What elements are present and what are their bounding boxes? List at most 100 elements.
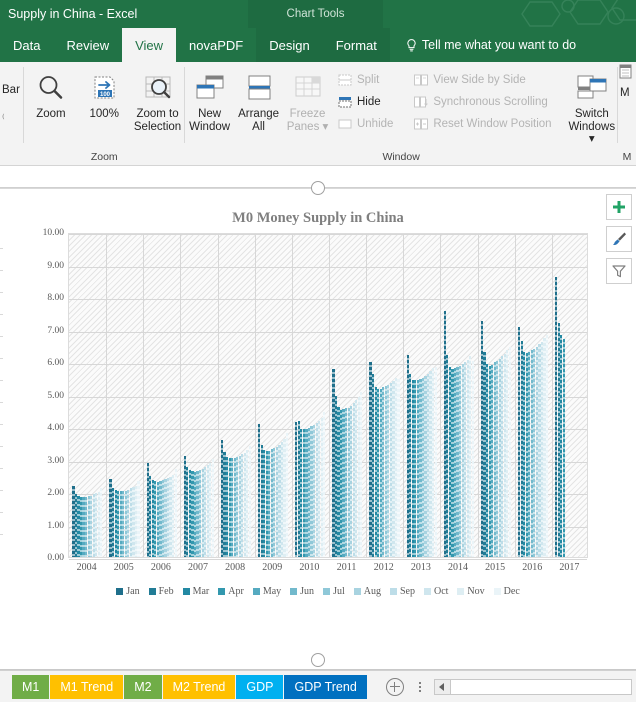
sheet-tab-m1-trend[interactable]: M1 Trend <box>50 674 124 699</box>
bar-2010-Dec[interactable] <box>323 412 326 557</box>
sheet-tab-gdp[interactable]: GDP <box>236 674 284 699</box>
horizontal-scrollbar[interactable] <box>433 678 632 695</box>
legend-item-mar[interactable]: Mar <box>182 586 209 597</box>
bar-2012-Dec[interactable] <box>397 379 400 557</box>
bar-2005-Dec[interactable] <box>137 480 140 557</box>
scrollbar-track[interactable] <box>450 679 631 694</box>
bar-2013-Dec[interactable] <box>434 366 437 557</box>
y-axis-tick-label: 0.00 <box>47 553 64 563</box>
row-divider <box>0 248 3 249</box>
freeze-panes-button[interactable]: Freeze Panes ▾ <box>283 67 332 133</box>
legend-item-aug[interactable]: Aug <box>353 586 381 597</box>
legend-item-sep[interactable]: Sep <box>389 586 415 597</box>
chart-elements-button[interactable] <box>606 194 632 220</box>
zoom-button[interactable]: Zoom <box>24 67 77 121</box>
row-divider <box>0 490 3 491</box>
legend-label: Sep <box>399 586 415 597</box>
chart-styles-button[interactable] <box>606 226 632 252</box>
x-axis-tick-label: 2012 <box>373 562 394 573</box>
bar-2004-Dec[interactable] <box>100 488 103 557</box>
arrange-all-button[interactable]: Arrange All <box>234 67 283 133</box>
row-divider <box>0 358 3 359</box>
bar-2017-Apr[interactable] <box>562 338 565 557</box>
legend-item-feb[interactable]: Feb <box>148 586 174 597</box>
legend-label: Apr <box>228 586 244 597</box>
sheet-tab-gdp-trend[interactable]: GDP Trend <box>284 674 367 699</box>
view-side-by-side-button[interactable]: View Side by Side <box>408 69 557 91</box>
y-axis-tick-label: 5.00 <box>47 390 64 401</box>
chart-title: M0 Money Supply in China <box>232 210 404 226</box>
row-divider <box>0 292 3 293</box>
hide-label: Hide <box>356 96 381 108</box>
hide-button[interactable]: Hide <box>332 91 399 113</box>
sheet-tab-m2[interactable]: M2 <box>124 674 162 699</box>
tab-overflow-menu[interactable] <box>414 681 426 692</box>
chart-area[interactable]: M0 Money Supply in China 0.00 1.00 2.00 3.0… <box>0 181 636 667</box>
split-icon <box>338 74 352 86</box>
ribbon-cut-left-label: Bar <box>2 84 20 96</box>
x-axis-tick-label: 2008 <box>225 562 246 573</box>
tab-design[interactable]: Design <box>256 28 322 62</box>
window-small-col-2: View Side by Side Synchronous Scrolling <box>408 67 557 135</box>
new-sheet-button[interactable] <box>385 677 404 696</box>
tab-data[interactable]: Data <box>0 28 53 62</box>
legend-item-oct[interactable]: Oct <box>423 586 448 597</box>
unhide-icon <box>338 119 352 129</box>
split-button[interactable]: Split <box>332 69 399 91</box>
worksheet-left-edge <box>0 248 3 548</box>
legend-item-nov[interactable]: Nov <box>457 586 485 597</box>
tab-view[interactable]: View <box>122 28 177 62</box>
bar-2015-Dec[interactable] <box>508 346 512 557</box>
ribbon-cut-left-glyph: ⁽ <box>2 113 5 125</box>
row-divider <box>0 468 3 469</box>
bar-2007-Dec[interactable] <box>211 458 214 557</box>
chart-resize-handle-top[interactable] <box>311 181 325 195</box>
legend-swatch <box>148 588 156 595</box>
x-axis-tick-label: 2009 <box>262 562 283 573</box>
switch-windows-button[interactable]: Switch Windows ▾ <box>566 67 617 146</box>
titlebar-decoration <box>521 0 636 27</box>
y-axis-tick-label: 10.00 <box>42 228 64 238</box>
tab-novapdf[interactable]: novaPDF <box>176 28 256 62</box>
bar-2014-Dec[interactable] <box>471 361 474 557</box>
bar-2011-Dec[interactable] <box>360 392 363 557</box>
bar-2016-Dec[interactable] <box>545 335 549 557</box>
legend-item-jan[interactable]: Jan <box>116 586 140 597</box>
bar-2008-Dec[interactable] <box>248 445 252 557</box>
legend-item-dec[interactable]: Dec <box>493 586 520 597</box>
legend-item-apr[interactable]: Apr <box>218 586 244 597</box>
scroll-left-arrow-icon[interactable] <box>434 679 451 694</box>
legend-swatch <box>218 588 226 595</box>
legend-item-jun[interactable]: Jun <box>290 586 314 597</box>
magnifier-icon <box>36 71 66 105</box>
synchronous-scrolling-button[interactable]: Synchronous Scrolling <box>408 91 557 113</box>
bar-2006-Dec[interactable] <box>174 468 177 557</box>
ribbon-tab-strip: Data Review View novaPDF Design Format T… <box>0 28 636 62</box>
split-label: Split <box>356 74 380 86</box>
row-divider <box>0 402 3 403</box>
title-bar: Supply in China - Excel Chart Tools <box>0 0 636 28</box>
unhide-button[interactable]: Unhide <box>332 113 399 135</box>
sheet-tab-m2-trend[interactable]: M2 Trend <box>162 674 236 699</box>
reset-window-position-button[interactable]: Reset Window Position <box>408 113 557 135</box>
tab-format[interactable]: Format <box>323 28 390 62</box>
chart-resize-handle-bottom[interactable] <box>311 653 325 667</box>
sheet-tabs: M1 M1 Trend M2 M2 Trend GDP GDP Trend <box>12 674 368 699</box>
bar-2009-Dec[interactable] <box>285 432 289 557</box>
legend-swatch <box>389 588 397 595</box>
chart-filters-button[interactable] <box>606 258 632 284</box>
zoom-100-button[interactable]: 100 100% <box>78 67 131 121</box>
tell-me-box[interactable]: Tell me what you want to do <box>390 28 576 62</box>
tab-review[interactable]: Review <box>53 28 122 62</box>
zoom-to-selection-icon <box>142 71 174 105</box>
legend-item-jul[interactable]: Jul <box>323 586 345 597</box>
legend-swatch <box>290 588 298 595</box>
macros-cut-label: M <box>620 87 630 99</box>
sheet-tab-m1[interactable]: M1 <box>12 674 50 699</box>
hundred-percent-icon: 100 <box>89 71 119 105</box>
zoom-to-selection-button[interactable]: Zoom to Selection <box>131 67 184 133</box>
new-window-button[interactable]: New Window <box>185 67 234 133</box>
legend-item-may[interactable]: May <box>252 586 281 597</box>
y-axis-tick-label: 2.00 <box>47 488 64 498</box>
freeze-panes-icon <box>292 71 324 105</box>
